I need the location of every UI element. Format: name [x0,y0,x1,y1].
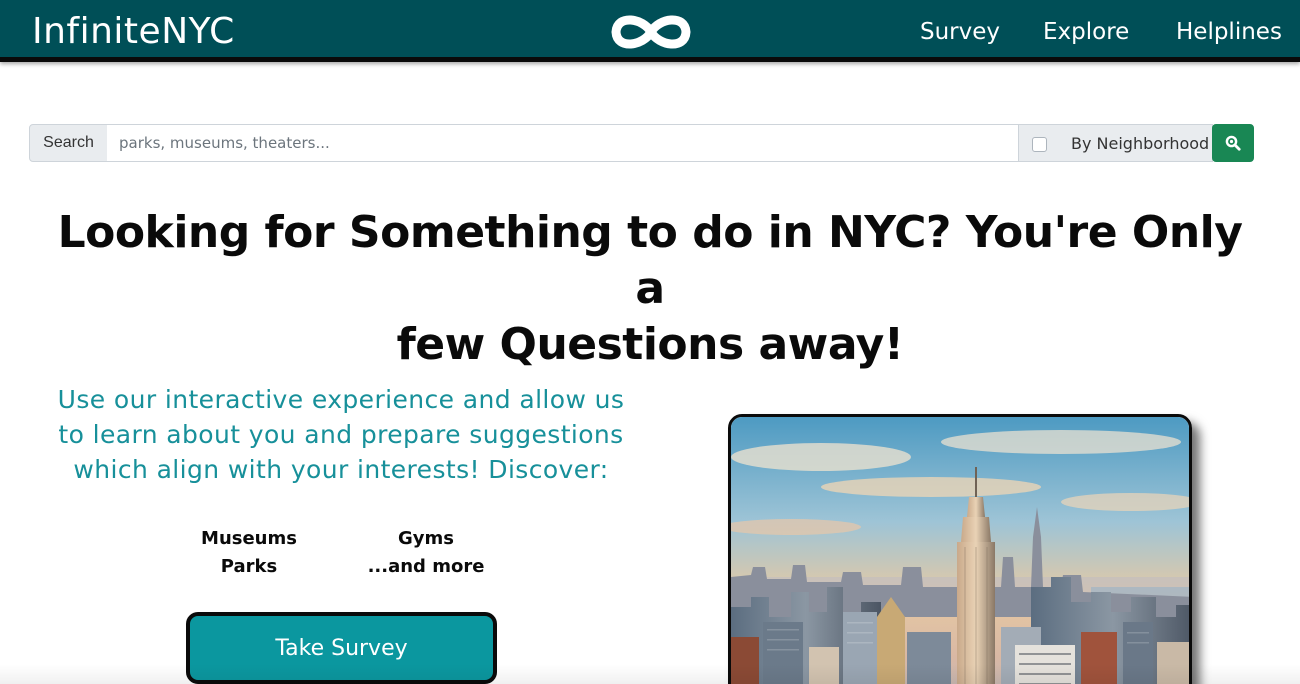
search-button[interactable] [1212,124,1254,162]
search-label: Search [29,124,108,162]
neighborhood-label: By Neighborhood [1071,134,1210,153]
neighborhood-filter: By Neighborhood [1018,124,1213,162]
discover-item-museums: Museums [201,528,297,549]
page-headline: Looking for Something to do in NYC? You'… [40,205,1260,373]
discover-item-parks: Parks [220,556,278,577]
brand-title[interactable]: InfiniteNYC [32,10,235,54]
discover-item-gyms: Gyms [398,528,454,549]
nav-link-survey[interactable]: Survey [920,16,1000,48]
discover-list-left: Museums Parks [164,525,334,581]
infinity-icon[interactable] [610,10,692,54]
search-icon [1225,135,1241,151]
search-bar: Search By Neighborhood [29,124,1254,162]
intro-line-2: to learn about you and prepare suggestio… [58,420,624,449]
nav-link-helplines[interactable]: Helplines [1176,16,1282,48]
navbar: InfiniteNYC Survey Explore Helplines [0,0,1300,62]
nav-link-explore[interactable]: Explore [1043,16,1129,48]
search-input[interactable] [107,124,1019,162]
discover-item-more: ...and more [367,556,485,577]
intro-line-3: which align with your interests! Discove… [73,455,609,484]
nyc-skyline-image [728,414,1192,684]
discover-list-right: Gyms ...and more [341,525,511,581]
intro-text: Use our interactive experience and allow… [30,382,652,487]
take-survey-button[interactable]: Take Survey [186,612,497,684]
headline-line-1: Looking for Something to do in NYC? You'… [57,207,1243,314]
neighborhood-checkbox[interactable] [1032,137,1047,152]
headline-line-2: few Questions away! [396,319,904,370]
intro-line-1: Use our interactive experience and allow… [57,385,625,414]
